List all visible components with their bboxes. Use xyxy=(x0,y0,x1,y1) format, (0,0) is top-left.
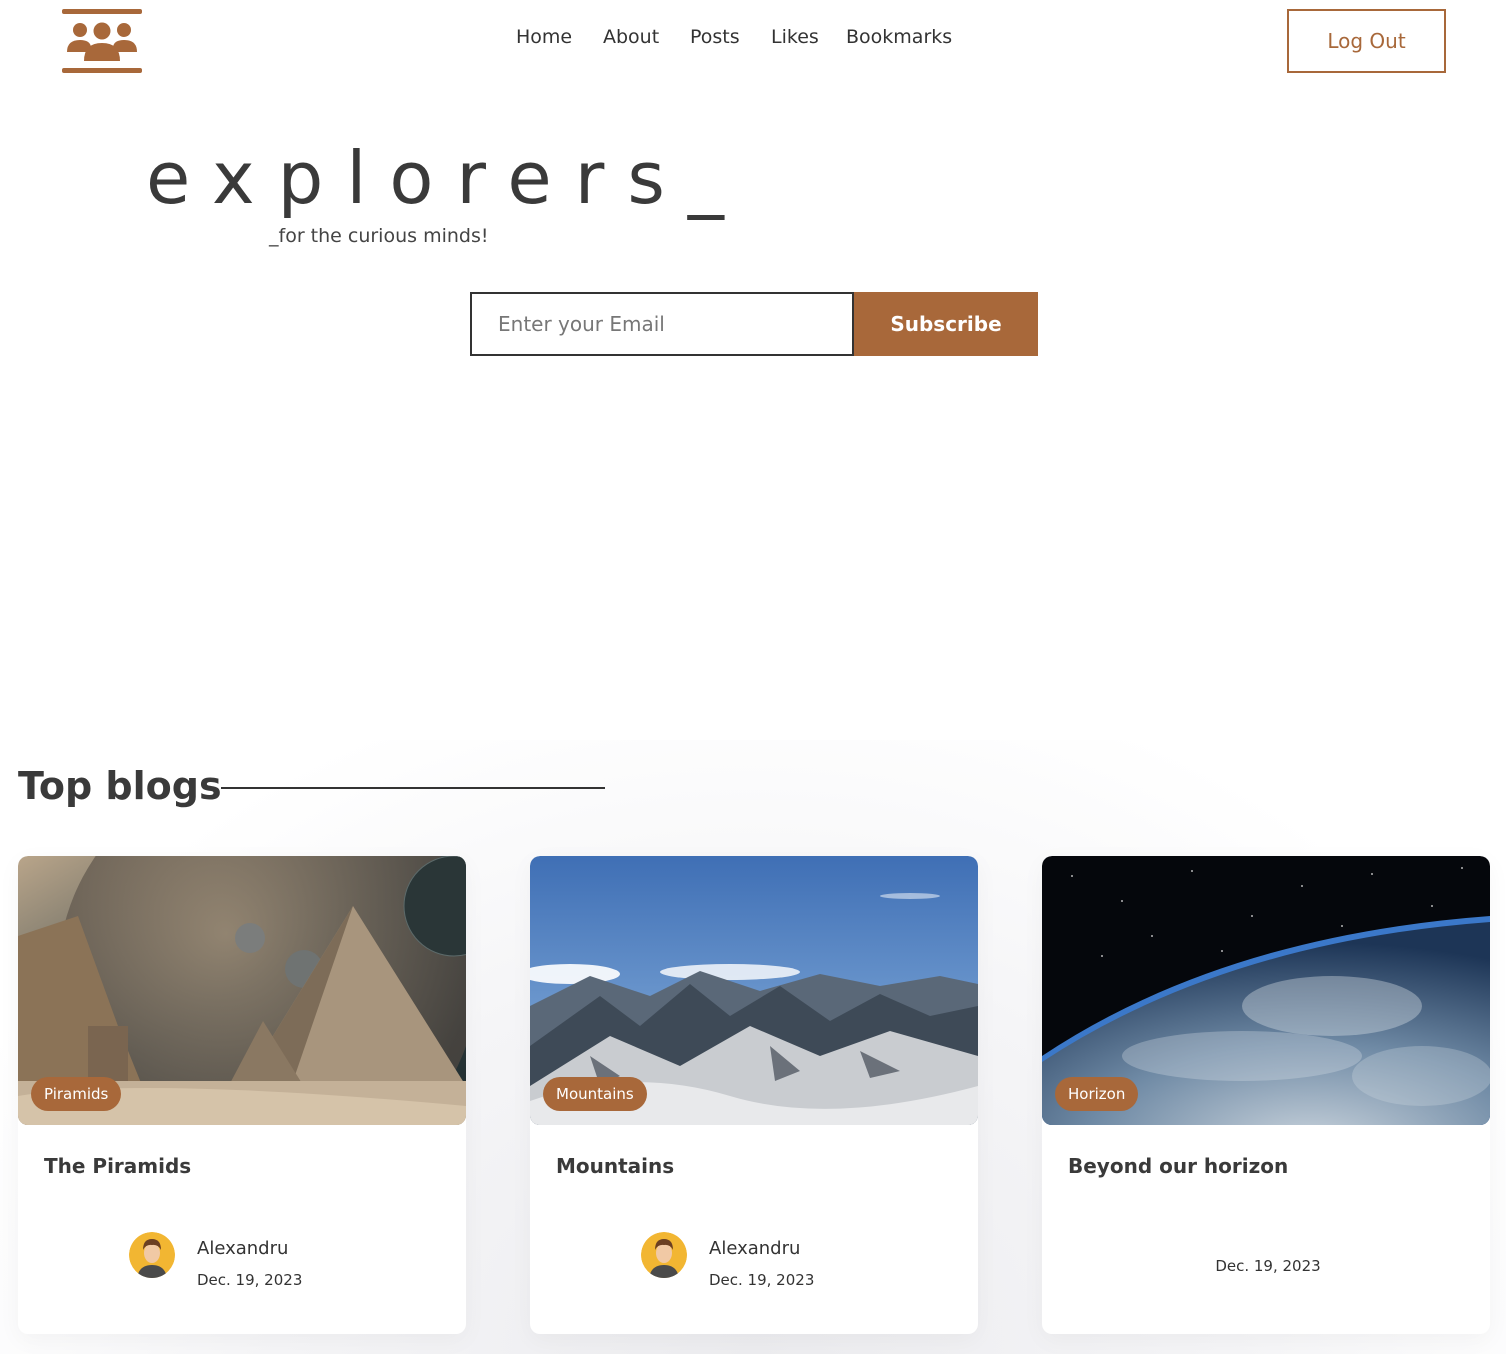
nav-about[interactable]: About xyxy=(603,26,659,48)
blog-card-title[interactable]: The Piramids xyxy=(44,1154,191,1178)
main-nav: Home About Posts Likes Bookmarks xyxy=(0,26,1506,56)
category-tag[interactable]: Piramids xyxy=(31,1077,122,1111)
section-divider xyxy=(221,787,605,789)
subscribe-button[interactable]: Subscribe xyxy=(854,292,1038,356)
category-tag[interactable]: Horizon xyxy=(1055,1077,1139,1111)
nav-bookmarks[interactable]: Bookmarks xyxy=(846,26,952,48)
author-name: Alexandru xyxy=(709,1238,801,1259)
blog-card-title[interactable]: Mountains xyxy=(556,1154,674,1178)
nav-home[interactable]: Home xyxy=(516,26,572,48)
section-title: Top blogs xyxy=(18,764,222,808)
site-tagline: _for the curious minds! xyxy=(269,225,489,247)
author-avatar xyxy=(129,1232,175,1278)
nav-posts[interactable]: Posts xyxy=(690,26,740,48)
author-name: Alexandru xyxy=(197,1238,289,1259)
nav-likes[interactable]: Likes xyxy=(771,26,819,48)
category-tag[interactable]: Mountains xyxy=(543,1077,647,1111)
email-input[interactable] xyxy=(470,292,854,356)
blog-card-piramids[interactable]: Piramids The Piramids Alexandru Dec. 19,… xyxy=(18,856,466,1334)
post-date: Dec. 19, 2023 xyxy=(1215,1257,1321,1275)
site-brand-title: explorers_ xyxy=(146,136,747,220)
logout-button[interactable]: Log Out xyxy=(1287,9,1446,73)
author-avatar xyxy=(641,1232,687,1278)
blog-card-mountains[interactable]: Mountains Mountains Alexandru Dec. 19, 2… xyxy=(530,856,978,1334)
blog-card-horizon[interactable]: Horizon Beyond our horizon Dec. 19, 2023 xyxy=(1042,856,1490,1334)
post-date: Dec. 19, 2023 xyxy=(709,1271,815,1289)
blog-card-title[interactable]: Beyond our horizon xyxy=(1068,1154,1288,1178)
post-date: Dec. 19, 2023 xyxy=(197,1271,303,1289)
